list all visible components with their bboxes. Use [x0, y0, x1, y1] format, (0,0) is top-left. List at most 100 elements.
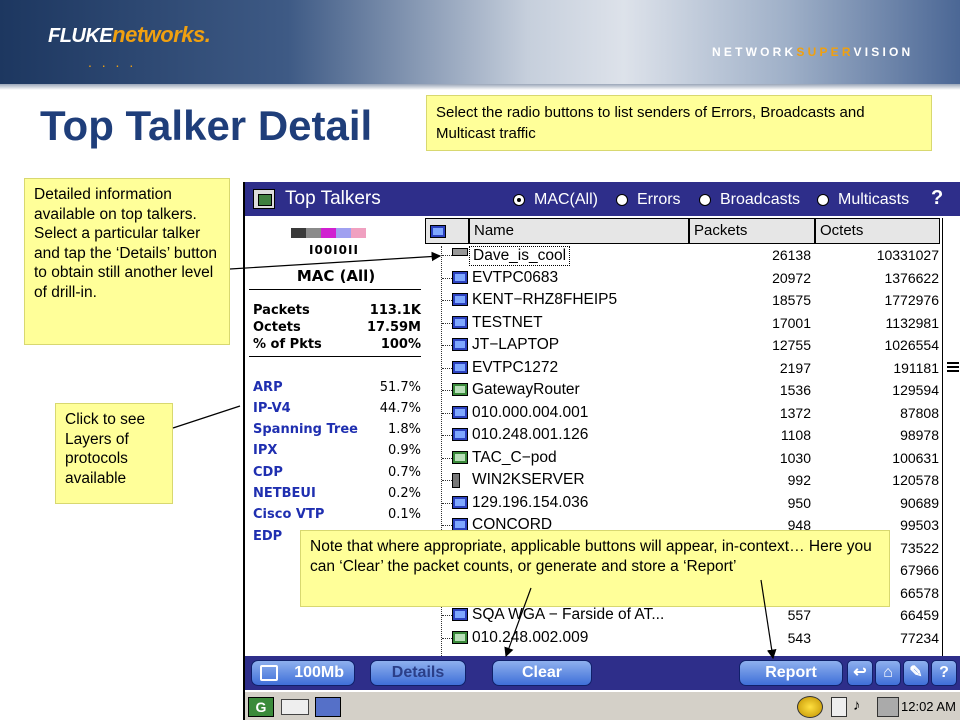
- scroll-grip-icon[interactable]: [947, 362, 959, 372]
- column-header-octets[interactable]: Octets: [815, 218, 940, 244]
- column-header-icon[interactable]: [425, 218, 469, 244]
- tree-branch: [442, 502, 452, 504]
- talker-name: 010.248.001.126: [472, 426, 589, 443]
- talker-packets: 1536: [779, 382, 811, 398]
- talker-name: GatewayRouter: [472, 381, 580, 398]
- talker-octets: 87808: [900, 404, 939, 421]
- tree-branch: [442, 255, 452, 256]
- talker-octets: 1132981: [885, 314, 939, 331]
- radio-multicasts[interactable]: Multicasts: [817, 191, 909, 209]
- radio-icon[interactable]: [616, 194, 628, 206]
- router-icon: [452, 450, 468, 464]
- talker-packets: 992: [787, 472, 811, 488]
- table-row[interactable]: WIN2KSERVER 992 120578: [425, 469, 940, 492]
- system-tray-icon[interactable]: [797, 696, 823, 718]
- computer-icon: [452, 270, 468, 284]
- talker-packets: 2197: [779, 359, 811, 376]
- column-header-name[interactable]: Name: [469, 218, 689, 244]
- back-icon[interactable]: ↩: [847, 660, 873, 686]
- clock: 12:02 AM: [901, 699, 956, 714]
- color-swatch: [351, 228, 366, 238]
- table-row[interactable]: KENT−RHZ8FHEIP5 18575 1772976: [425, 289, 940, 312]
- protocol-row-ipx[interactable]: IPX 0.9%: [253, 443, 423, 458]
- radio-errors[interactable]: Errors: [616, 191, 681, 209]
- radio-selected-icon[interactable]: [513, 194, 525, 206]
- stat-packets: Packets 113.1K: [253, 303, 421, 318]
- talker-name: SQA WGA − Farside of AT...: [472, 606, 665, 623]
- details-button[interactable]: Details: [370, 660, 466, 686]
- protocol-row-cdp[interactable]: CDP 0.7%: [253, 465, 423, 480]
- window-icon[interactable]: [315, 697, 341, 717]
- server-icon: [452, 473, 460, 488]
- talker-name: EVTPC1272: [472, 358, 559, 376]
- table-row[interactable]: 129.196.154.036 950 90689: [425, 492, 940, 515]
- keyboard-icon[interactable]: [281, 699, 309, 715]
- protocol-row-arp[interactable]: ARP 51.7%: [253, 380, 423, 395]
- table-row[interactable]: GatewayRouter 1536 129594: [425, 379, 940, 402]
- color-swatch: [336, 228, 351, 238]
- scrollbar[interactable]: [942, 218, 960, 656]
- talker-octets: 191181: [893, 359, 939, 376]
- tree-branch: [442, 412, 452, 414]
- table-row[interactable]: TAC_C−pod 1030 100631: [425, 447, 940, 470]
- tree-branch: [442, 480, 452, 481]
- table-row[interactable]: JT−LAPTOP 12755 1026554: [425, 334, 940, 357]
- tree-branch: [442, 525, 452, 526]
- table-row[interactable]: EVTPC0683 20972 1376622: [425, 267, 940, 290]
- clear-button[interactable]: Clear: [492, 660, 592, 686]
- protocol-row-cisco-vtp[interactable]: Cisco VTP 0.1%: [253, 507, 423, 522]
- callout-radio-buttons: Select the radio buttons to list senders…: [426, 95, 932, 151]
- tools-icon[interactable]: ✎: [903, 660, 929, 686]
- help-icon[interactable]: ?: [931, 660, 957, 686]
- talker-name: Dave_is_cool: [469, 246, 571, 266]
- stat-octets: Octets 17.59M: [253, 320, 421, 335]
- speed-button[interactable]: 100Mb: [251, 660, 355, 686]
- tree-branch: [442, 277, 452, 279]
- talker-name: 010.000.004.001: [472, 403, 589, 421]
- talker-name: 129.196.154.036: [472, 493, 589, 511]
- router-icon: [452, 383, 468, 396]
- protocol-row-ipv4[interactable]: IP-V4 44.7%: [253, 401, 423, 416]
- protocol-row-netbeui[interactable]: NETBEUI 0.2%: [253, 486, 423, 501]
- table-row[interactable]: 010.248.001.126 1108 98978: [425, 424, 940, 447]
- table-row[interactable]: 010.000.004.001 1372 87808: [425, 402, 940, 425]
- table-row[interactable]: 010.248.002.009 543 77234: [425, 627, 940, 650]
- table-row[interactable]: TESTNET 17001 1132981: [425, 312, 940, 335]
- table-row[interactable]: Dave_is_cool 26138 10331027: [425, 244, 940, 267]
- protocol-row-spanning-tree[interactable]: Spanning Tree 1.8%: [253, 422, 423, 437]
- monitor-icon[interactable]: [877, 697, 899, 717]
- radio-icon[interactable]: [817, 194, 829, 206]
- tree-branch: [442, 345, 452, 346]
- table-row[interactable]: SQA WGA − Farside of AT... 557 66459: [425, 604, 940, 627]
- radio-icon[interactable]: [699, 194, 711, 206]
- talker-octets: 1772976: [884, 292, 939, 308]
- divider: [249, 356, 421, 357]
- color-swatch: [306, 228, 321, 238]
- computer-icon: [452, 293, 468, 306]
- radio-mac-all[interactable]: MAC(All): [513, 191, 598, 209]
- report-button[interactable]: Report: [739, 660, 843, 686]
- callout-layers: Click to see Layers of protocols availab…: [55, 403, 173, 504]
- table-header: Name Packets Octets: [425, 218, 940, 244]
- talker-octets: 77234: [900, 629, 939, 646]
- speaker-icon[interactable]: ♪: [853, 697, 875, 717]
- start-button[interactable]: G: [248, 697, 274, 717]
- help-pointer-icon[interactable]: ?: [931, 187, 943, 210]
- talker-packets: 1030: [779, 449, 811, 466]
- computer-icon: [452, 405, 468, 419]
- talker-name: KENT−RHZ8FHEIP5: [472, 291, 618, 308]
- router-icon: [452, 630, 468, 644]
- summary-heading: MAC (All): [296, 267, 376, 285]
- radio-broadcasts[interactable]: Broadcasts: [699, 191, 800, 209]
- app-icon[interactable]: [253, 189, 275, 209]
- bits-indicator: I00I0II: [309, 243, 359, 257]
- table-row[interactable]: EVTPC1272 2197 191181: [425, 357, 940, 380]
- tree-branch: [442, 300, 452, 301]
- home-icon[interactable]: ⌂: [875, 660, 901, 686]
- column-header-packets[interactable]: Packets: [689, 218, 815, 244]
- talker-octets: 100631: [892, 449, 939, 466]
- talker-octets: 98978: [900, 427, 939, 443]
- banner-shadow: [0, 84, 960, 90]
- clipboard-icon[interactable]: [831, 697, 847, 717]
- window-title: Top Talkers: [285, 188, 381, 209]
